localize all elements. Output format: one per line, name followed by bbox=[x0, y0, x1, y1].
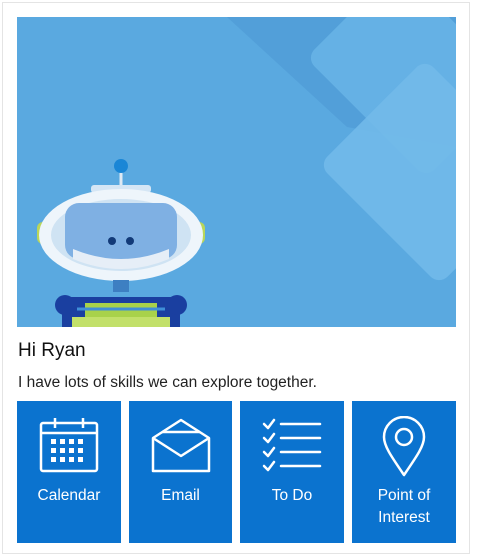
todo-label: To Do bbox=[271, 487, 313, 504]
envelope-icon bbox=[150, 416, 212, 479]
calendar-label: Calendar bbox=[37, 487, 101, 504]
skill-tiles: Calendar Email To Do Point of Interest bbox=[17, 401, 456, 543]
hero-banner bbox=[17, 17, 456, 327]
email-tile[interactable]: Email bbox=[129, 401, 232, 543]
calendar-tile[interactable]: Calendar bbox=[17, 401, 121, 543]
skills-subtitle: I have lots of skills we can explore tog… bbox=[18, 374, 317, 391]
point-of-interest-tile[interactable]: Point of Interest bbox=[352, 401, 456, 543]
calendar-icon bbox=[38, 416, 100, 479]
map-pin-icon bbox=[381, 415, 427, 483]
todo-tile[interactable]: To Do bbox=[240, 401, 344, 543]
point-of-interest-label: Point of Interest bbox=[377, 487, 431, 526]
email-label: Email bbox=[161, 487, 200, 504]
greeting-title: Hi Ryan bbox=[18, 340, 86, 361]
bot-illustration bbox=[17, 17, 456, 327]
checklist-icon bbox=[261, 416, 323, 479]
